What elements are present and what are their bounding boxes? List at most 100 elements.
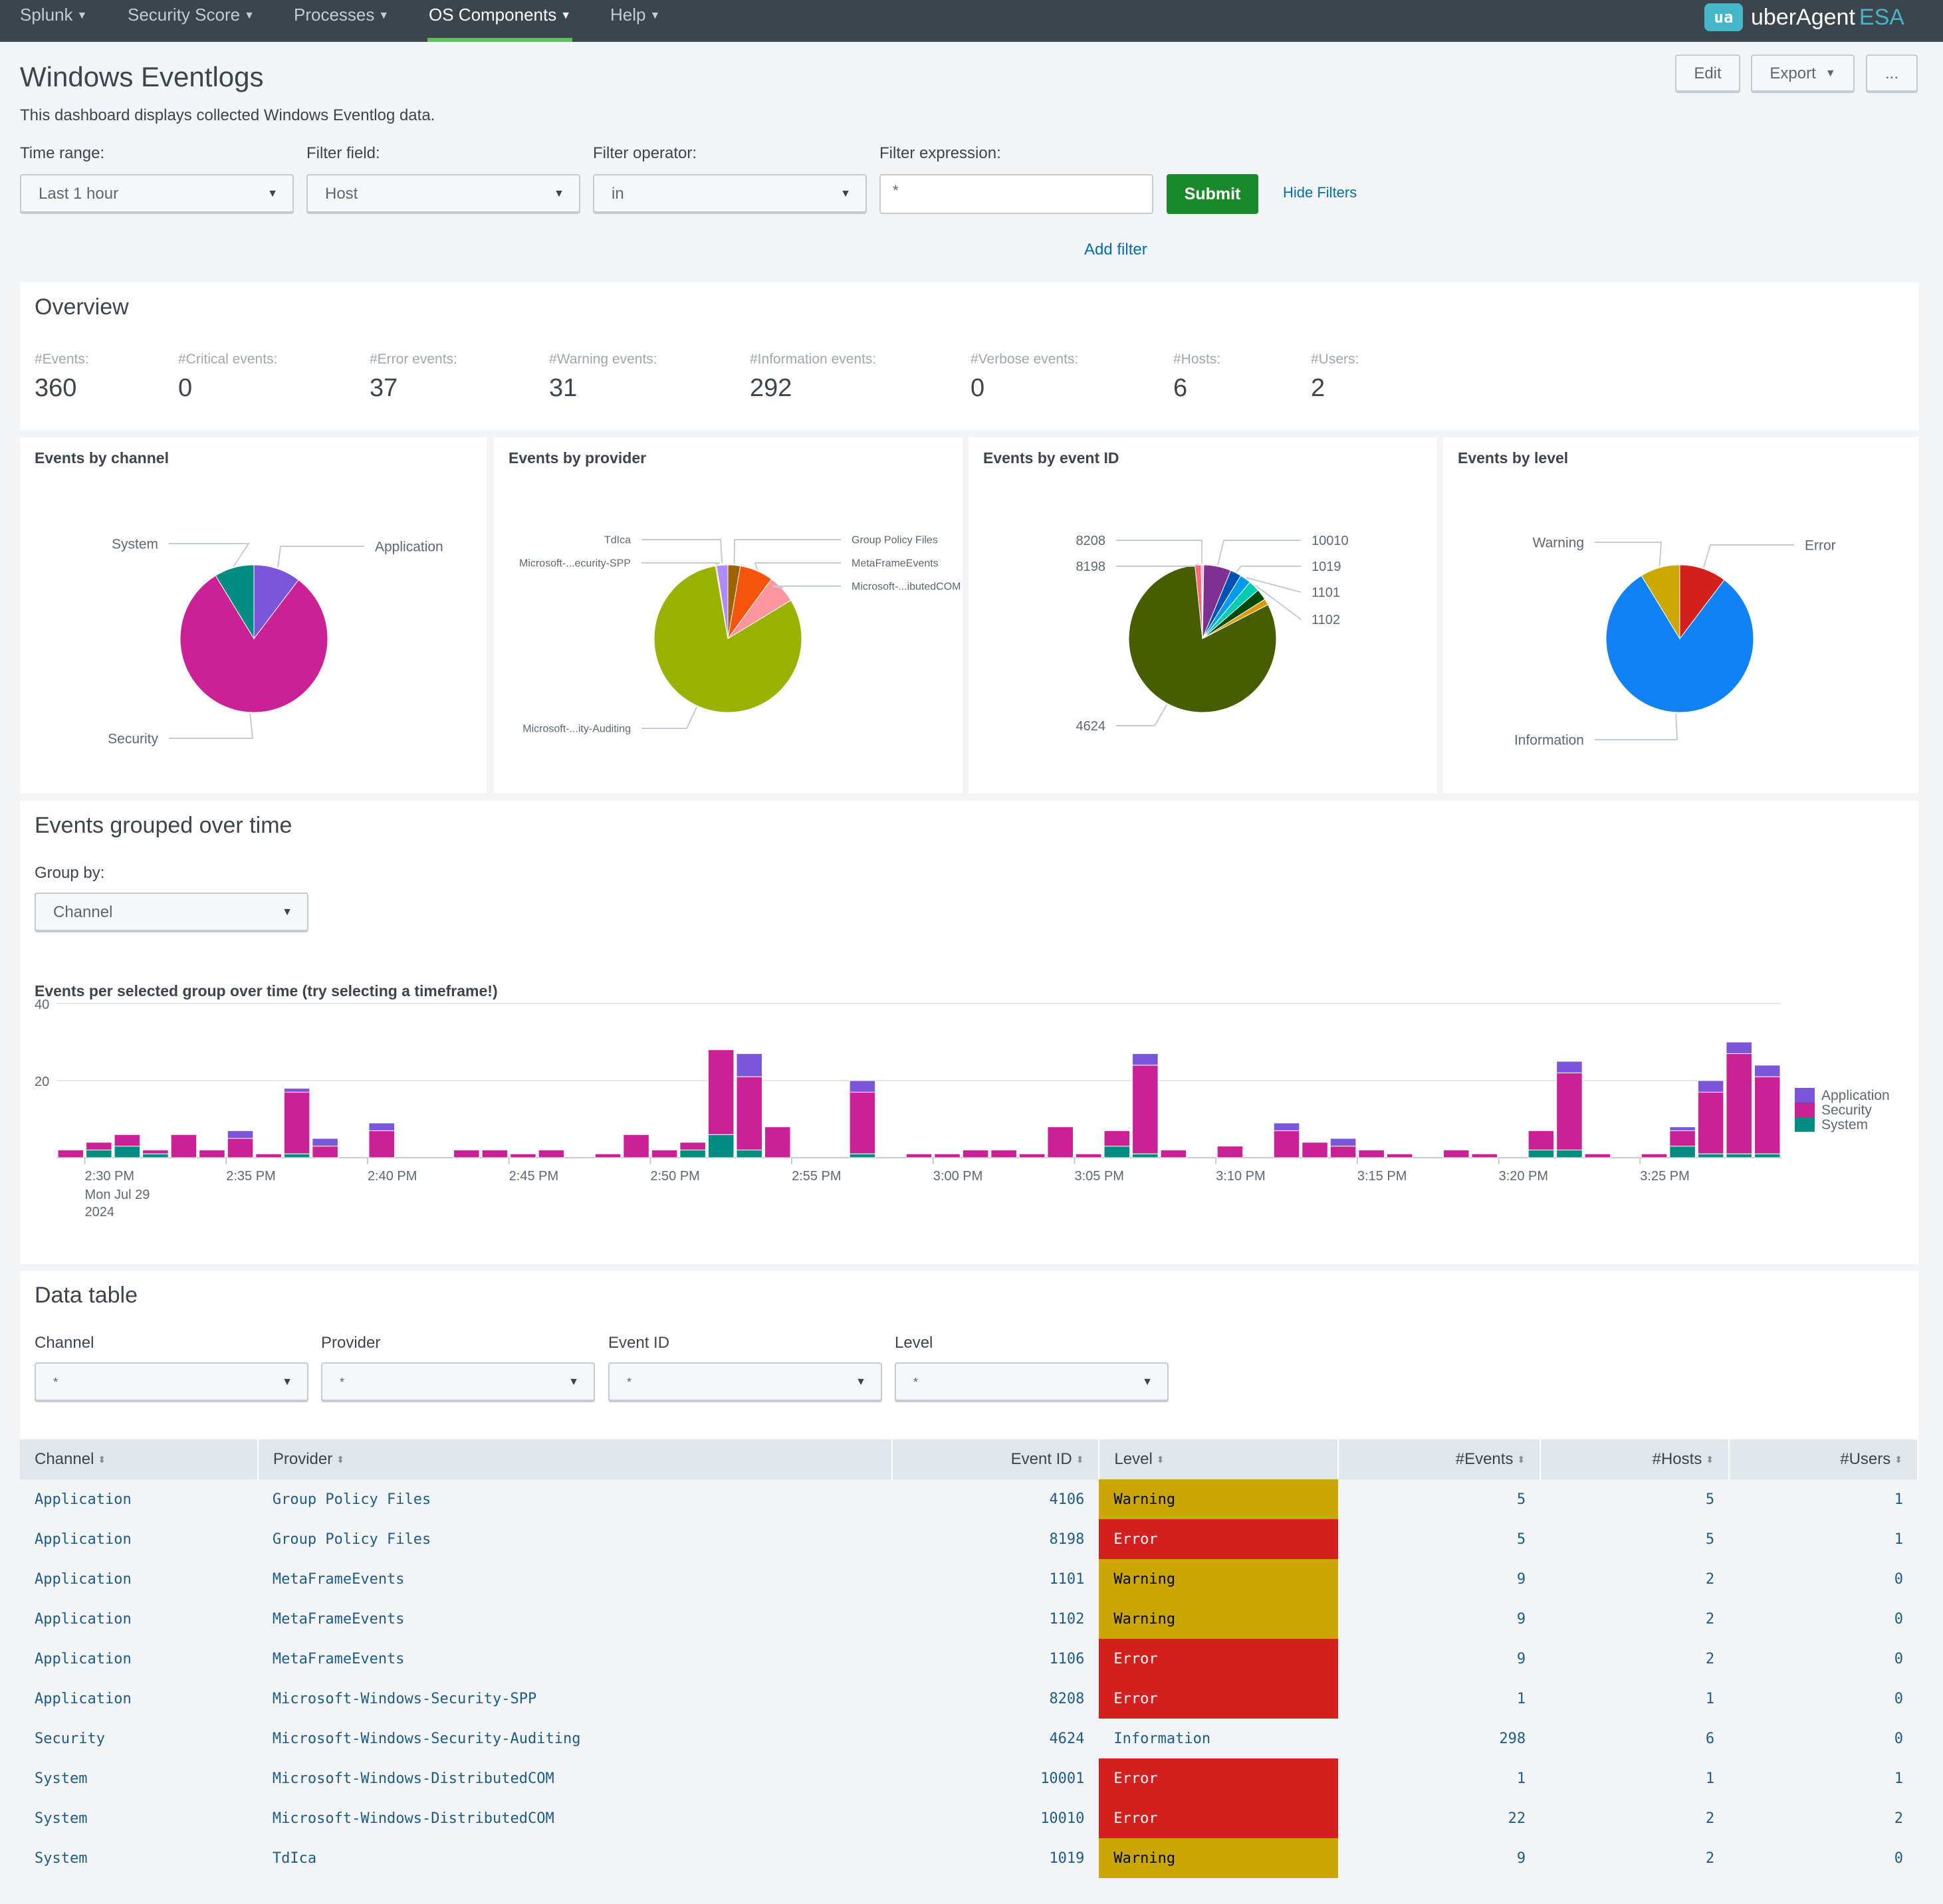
cell-users[interactable]: 1	[1729, 1519, 1918, 1559]
column-header-channel[interactable]: Channel ⬍	[20, 1439, 259, 1479]
cell-event-id[interactable]: 1102	[891, 1599, 1099, 1639]
bar-segment-system[interactable]	[114, 1146, 141, 1158]
bar-segment-security[interactable]	[905, 1153, 933, 1158]
bar-segment-security[interactable]	[764, 1126, 791, 1158]
legend-label[interactable]: System	[1821, 1117, 1868, 1132]
bar-segment-system[interactable]	[849, 1153, 876, 1158]
export-button[interactable]: Export ▼	[1751, 54, 1855, 93]
bar-segment-application[interactable]	[1697, 1080, 1724, 1093]
cell-channel[interactable]: Application	[20, 1559, 258, 1599]
table-row[interactable]: Security Microsoft-Windows-Security-Audit…	[20, 1719, 1918, 1758]
cell-event-id[interactable]: 1019	[891, 1838, 1099, 1878]
nav-item-processes[interactable]: Processes ▼	[294, 0, 389, 42]
cell-users[interactable]: 0	[1729, 1719, 1918, 1758]
bar-segment-security[interactable]	[1103, 1130, 1131, 1147]
bar-segment-application[interactable]	[736, 1053, 763, 1077]
bar-segment-security[interactable]	[1216, 1146, 1244, 1158]
nav-item-help[interactable]: Help ▼	[610, 0, 660, 42]
bar-segment-security[interactable]	[199, 1149, 225, 1158]
bar-segment-security[interactable]	[312, 1146, 338, 1158]
table-row[interactable]: Application Microsoft-Windows-Security-SP…	[20, 1679, 1918, 1719]
cell-provider[interactable]: Microsoft-Windows-Security-SPP	[257, 1679, 892, 1719]
bar-segment-application[interactable]	[1726, 1041, 1752, 1054]
bar-segment-security[interactable]	[57, 1149, 84, 1158]
bar-segment-security[interactable]	[1754, 1076, 1781, 1154]
add-filter-link[interactable]: Add filter	[1084, 241, 1147, 259]
bar-segment-system[interactable]	[1697, 1153, 1724, 1158]
cell-hosts[interactable]: 1	[1540, 1679, 1730, 1719]
submit-button[interactable]: Submit	[1167, 174, 1258, 214]
bar-segment-security[interactable]	[990, 1149, 1017, 1158]
cell-provider[interactable]: Microsoft-Windows-DistributedCOM	[257, 1758, 892, 1798]
column-header-event-id[interactable]: Event ID ⬍	[891, 1439, 1100, 1479]
cell-level[interactable]: Error	[1099, 1519, 1339, 1559]
bar-segment-application[interactable]	[312, 1138, 338, 1147]
more-actions-button[interactable]: ...	[1866, 54, 1918, 93]
cell-events[interactable]: 1	[1338, 1679, 1541, 1719]
edit-button[interactable]: Edit	[1675, 54, 1740, 93]
cell-level[interactable]: Error	[1099, 1679, 1339, 1719]
kpi-events-value[interactable]: 360	[35, 374, 76, 403]
cell-level[interactable]: Error	[1099, 1639, 1339, 1679]
bar-segment-system[interactable]	[1556, 1149, 1583, 1158]
cell-provider[interactable]: Microsoft-Windows-DistributedCOM	[258, 1798, 892, 1838]
bar-segment-security[interactable]	[1302, 1142, 1328, 1158]
bar-segment-security[interactable]	[453, 1149, 480, 1158]
kpi-error-value[interactable]: 37	[370, 374, 398, 403]
cell-channel[interactable]: Application	[20, 1519, 258, 1559]
cell-level[interactable]: Warning	[1099, 1838, 1339, 1878]
channel-filter-select[interactable]: * ▼	[35, 1362, 308, 1402]
kpi-warning-value[interactable]: 31	[549, 374, 577, 403]
bar-segment-application[interactable]	[1556, 1061, 1583, 1073]
eventid-filter-select[interactable]: * ▼	[608, 1362, 882, 1402]
table-row[interactable]: System Microsoft-Windows-DistributedCOM 10…	[20, 1758, 1918, 1798]
bar-segment-security[interactable]	[594, 1153, 622, 1158]
cell-events[interactable]: 9	[1338, 1639, 1540, 1679]
uberagent-logo[interactable]: ua uberAgent ESA	[1704, 3, 1904, 32]
bar-segment-security[interactable]	[651, 1149, 678, 1158]
bar-segment-security[interactable]	[142, 1149, 169, 1154]
bar-segment-security[interactable]	[736, 1076, 763, 1150]
bar-segment-system[interactable]	[142, 1153, 169, 1158]
filter-field-select[interactable]: Host ▼	[306, 174, 580, 214]
cell-events[interactable]: 5	[1338, 1479, 1540, 1519]
cell-users[interactable]: 0	[1729, 1639, 1918, 1679]
bar-segment-security[interactable]	[1556, 1072, 1583, 1150]
bar-segment-application[interactable]	[283, 1088, 310, 1093]
cell-hosts[interactable]: 2	[1540, 1838, 1730, 1878]
bar-segment-system[interactable]	[1726, 1153, 1752, 1158]
cell-provider[interactable]: Microsoft-Windows-Security-Auditing	[258, 1719, 892, 1758]
cell-hosts[interactable]: 6	[1540, 1719, 1729, 1758]
bar-segment-security[interactable]	[1528, 1130, 1555, 1150]
cell-hosts[interactable]: 5	[1540, 1519, 1730, 1559]
bar-segment-security[interactable]	[1329, 1146, 1357, 1158]
cell-events[interactable]: 22	[1338, 1798, 1540, 1838]
cell-level[interactable]: Error	[1099, 1798, 1339, 1838]
bar-segment-system[interactable]	[283, 1153, 310, 1158]
column-header-hosts[interactable]: #Hosts ⬍	[1540, 1439, 1730, 1479]
cell-hosts[interactable]: 2	[1540, 1798, 1729, 1838]
bar-segment-system[interactable]	[1132, 1153, 1159, 1158]
bar-segment-security[interactable]	[1075, 1153, 1102, 1158]
cell-channel[interactable]: Application	[20, 1679, 258, 1719]
filter-operator-select[interactable]: in ▼	[593, 174, 867, 214]
bar-segment-system[interactable]	[736, 1149, 763, 1158]
bar-segment-system[interactable]	[1103, 1146, 1131, 1158]
cell-level[interactable]: Information	[1099, 1719, 1338, 1758]
bar-segment-system[interactable]	[679, 1149, 706, 1158]
cell-event-id[interactable]: 8208	[891, 1679, 1099, 1719]
bar-segment-security[interactable]	[934, 1153, 961, 1158]
table-row[interactable]: Application MetaFrameEvents 1101 Warning 9 2 0	[20, 1559, 1918, 1599]
bar-segment-security[interactable]	[1386, 1153, 1413, 1158]
cell-event-id[interactable]: 4624	[892, 1719, 1099, 1758]
bar-segment-system[interactable]	[1669, 1146, 1696, 1158]
bar-segment-security[interactable]	[1018, 1153, 1046, 1158]
bar-segment-security[interactable]	[1697, 1091, 1724, 1154]
bar-segment-security[interactable]	[679, 1142, 706, 1150]
bar-segment-security[interactable]	[481, 1149, 509, 1158]
events-over-time-chart[interactable]: 20 40 2:30 PM Mon Jul 29 2024 2:35 PM 2:40 PM 2…	[20, 998, 1918, 1264]
provider-filter-select[interactable]: * ▼	[321, 1362, 595, 1402]
bar-segment-security[interactable]	[1584, 1153, 1611, 1158]
cell-events[interactable]: 9	[1338, 1599, 1541, 1639]
bar-segment-application[interactable]	[1329, 1138, 1357, 1147]
